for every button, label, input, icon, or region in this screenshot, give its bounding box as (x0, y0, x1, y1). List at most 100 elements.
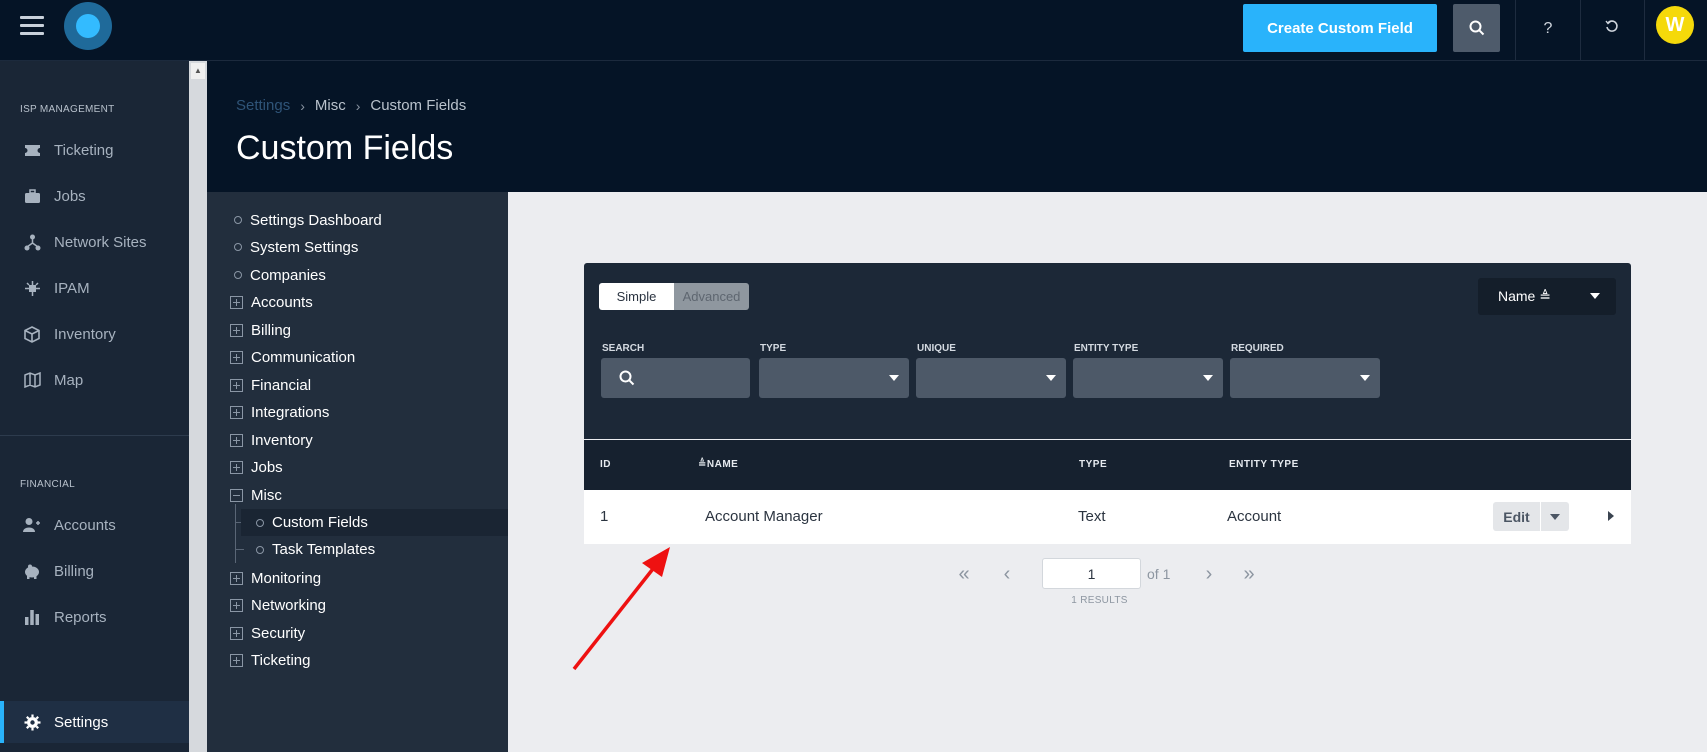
previous-page-icon[interactable]: ‹ (995, 563, 1019, 587)
search-input[interactable] (601, 358, 750, 398)
type-select[interactable] (759, 358, 909, 398)
sidebar-item-reports[interactable]: Reports (0, 597, 189, 637)
tree-item-financial[interactable]: Financial (226, 373, 311, 397)
network-icon (22, 232, 42, 252)
first-page-icon[interactable]: « (952, 563, 976, 587)
row-expand-arrow-icon[interactable] (1608, 511, 1614, 521)
breadcrumb-misc[interactable]: Misc (315, 97, 346, 114)
nav-section-isp-management: ISP MANAGEMENT (20, 104, 115, 115)
expand-plus-icon[interactable] (230, 433, 243, 447)
main-sidebar: ISP MANAGEMENT Ticketing Jobs Network Si… (0, 61, 189, 752)
tree-item-label: Inventory (251, 431, 313, 449)
unique-filter-label: UNIQUE (917, 343, 956, 354)
column-header-id[interactable]: ID (600, 459, 611, 470)
tree-item-inventory[interactable]: Inventory (226, 428, 313, 452)
collapse-minus-icon[interactable] (230, 488, 243, 502)
tree-item-accounts[interactable]: Accounts (226, 290, 313, 314)
history-icon[interactable] (1597, 14, 1627, 44)
tree-item-label: Financial (251, 376, 312, 394)
user-avatar[interactable]: W (1656, 6, 1694, 44)
sidebar-divider (0, 435, 189, 436)
sidebar-item-network-sites[interactable]: Network Sites (0, 222, 189, 262)
sort-dropdown[interactable]: Name ≜ (1478, 278, 1616, 315)
app-logo[interactable] (64, 2, 112, 50)
column-header-name[interactable]: ≜NAME (698, 459, 738, 470)
search-icon (619, 370, 635, 386)
map-icon (22, 370, 42, 390)
edit-button[interactable]: Edit (1493, 502, 1540, 531)
tree-item-label: Settings Dashboard (250, 211, 382, 229)
entity-type-select[interactable] (1073, 358, 1223, 398)
tree-item-monitoring[interactable]: Monitoring (226, 566, 321, 590)
table-row[interactable]: 1 Account Manager Text Account Edit (584, 490, 1631, 544)
chevron-right-icon: › (355, 97, 361, 114)
bar-chart-icon (22, 607, 42, 627)
column-header-entity-type[interactable]: ENTITY TYPE (1229, 459, 1299, 470)
tree-item-jobs[interactable]: Jobs (226, 455, 283, 479)
edit-options-dropdown[interactable] (1541, 502, 1569, 531)
tree-connector (235, 504, 236, 563)
advanced-mode-button[interactable]: Advanced (674, 283, 749, 310)
tree-item-label: Misc (251, 486, 282, 504)
expand-plus-icon[interactable] (230, 460, 243, 474)
sidebar-item-label: Billing (54, 562, 95, 580)
column-header-type[interactable]: TYPE (1079, 459, 1107, 470)
sidebar-item-map[interactable]: Map (0, 360, 189, 400)
tree-item-networking[interactable]: Networking (226, 593, 326, 617)
help-icon[interactable]: ? (1533, 14, 1563, 44)
tree-item-communication[interactable]: Communication (226, 345, 355, 369)
required-select[interactable] (1230, 358, 1380, 398)
hamburger-menu-icon[interactable] (20, 16, 44, 36)
page-header: Settings › Misc › Custom Fields Custom F… (207, 61, 1707, 192)
expand-plus-icon[interactable] (230, 405, 243, 419)
accounts-icon (22, 515, 42, 535)
expand-plus-icon[interactable] (230, 323, 243, 337)
briefcase-icon (22, 186, 42, 206)
tree-item-billing[interactable]: Billing (226, 318, 291, 342)
tree-item-companies[interactable]: Companies (226, 263, 326, 287)
tree-item-task-templates[interactable]: Task Templates (241, 536, 508, 563)
tree-item-system-settings[interactable]: System Settings (226, 235, 358, 259)
sidebar-item-accounts[interactable]: Accounts (0, 505, 189, 545)
sort-label: Name ≜ (1498, 288, 1551, 304)
page-number-input[interactable] (1042, 558, 1141, 589)
last-page-icon[interactable]: » (1237, 563, 1261, 587)
chevron-down-icon (1046, 375, 1056, 381)
chevron-down-icon (1203, 375, 1213, 381)
scroll-up-arrow-icon[interactable]: ▲ (191, 63, 205, 79)
sidebar-item-ipam[interactable]: IPAM (0, 268, 189, 308)
unique-select[interactable] (916, 358, 1066, 398)
chevron-down-icon (1360, 375, 1370, 381)
create-custom-field-button[interactable]: Create Custom Field (1243, 4, 1437, 52)
cell-name: Account Manager (705, 508, 823, 525)
toolbar-divider (1580, 0, 1581, 60)
simple-mode-button[interactable]: Simple (599, 283, 674, 310)
expand-plus-icon[interactable] (230, 653, 243, 667)
next-page-icon[interactable]: › (1197, 563, 1221, 587)
sidebar-item-jobs[interactable]: Jobs (0, 176, 189, 216)
chevron-right-icon: › (300, 97, 305, 114)
expand-plus-icon[interactable] (230, 350, 243, 364)
tree-item-custom-fields[interactable]: Custom Fields (241, 509, 508, 536)
tree-item-settings-dashboard[interactable]: Settings Dashboard (226, 208, 382, 232)
tree-item-label: Companies (250, 266, 326, 284)
tree-item-label: Communication (251, 348, 356, 366)
expand-plus-icon[interactable] (230, 378, 243, 392)
sidebar-item-label: Inventory (54, 325, 116, 343)
tree-item-label: Custom Fields (272, 514, 368, 531)
expand-plus-icon[interactable] (230, 295, 243, 309)
sidebar-item-inventory[interactable]: Inventory (0, 314, 189, 354)
tree-item-ticketing[interactable]: Ticketing (226, 648, 310, 672)
sidebar-item-ticketing[interactable]: Ticketing (0, 130, 189, 170)
tree-item-security[interactable]: Security (226, 621, 305, 645)
sidebar-scrollbar[interactable]: ▲ (189, 61, 207, 752)
breadcrumb-settings-link[interactable]: Settings (236, 97, 290, 114)
tree-item-integrations[interactable]: Integrations (226, 400, 329, 424)
expand-plus-icon[interactable] (230, 626, 243, 640)
sidebar-item-settings[interactable]: Settings (0, 701, 189, 743)
sidebar-item-billing[interactable]: Billing (0, 551, 189, 591)
expand-plus-icon[interactable] (230, 598, 243, 612)
expand-plus-icon[interactable] (230, 571, 243, 585)
toolbar-divider (1644, 0, 1645, 60)
global-search-button[interactable] (1453, 4, 1500, 52)
